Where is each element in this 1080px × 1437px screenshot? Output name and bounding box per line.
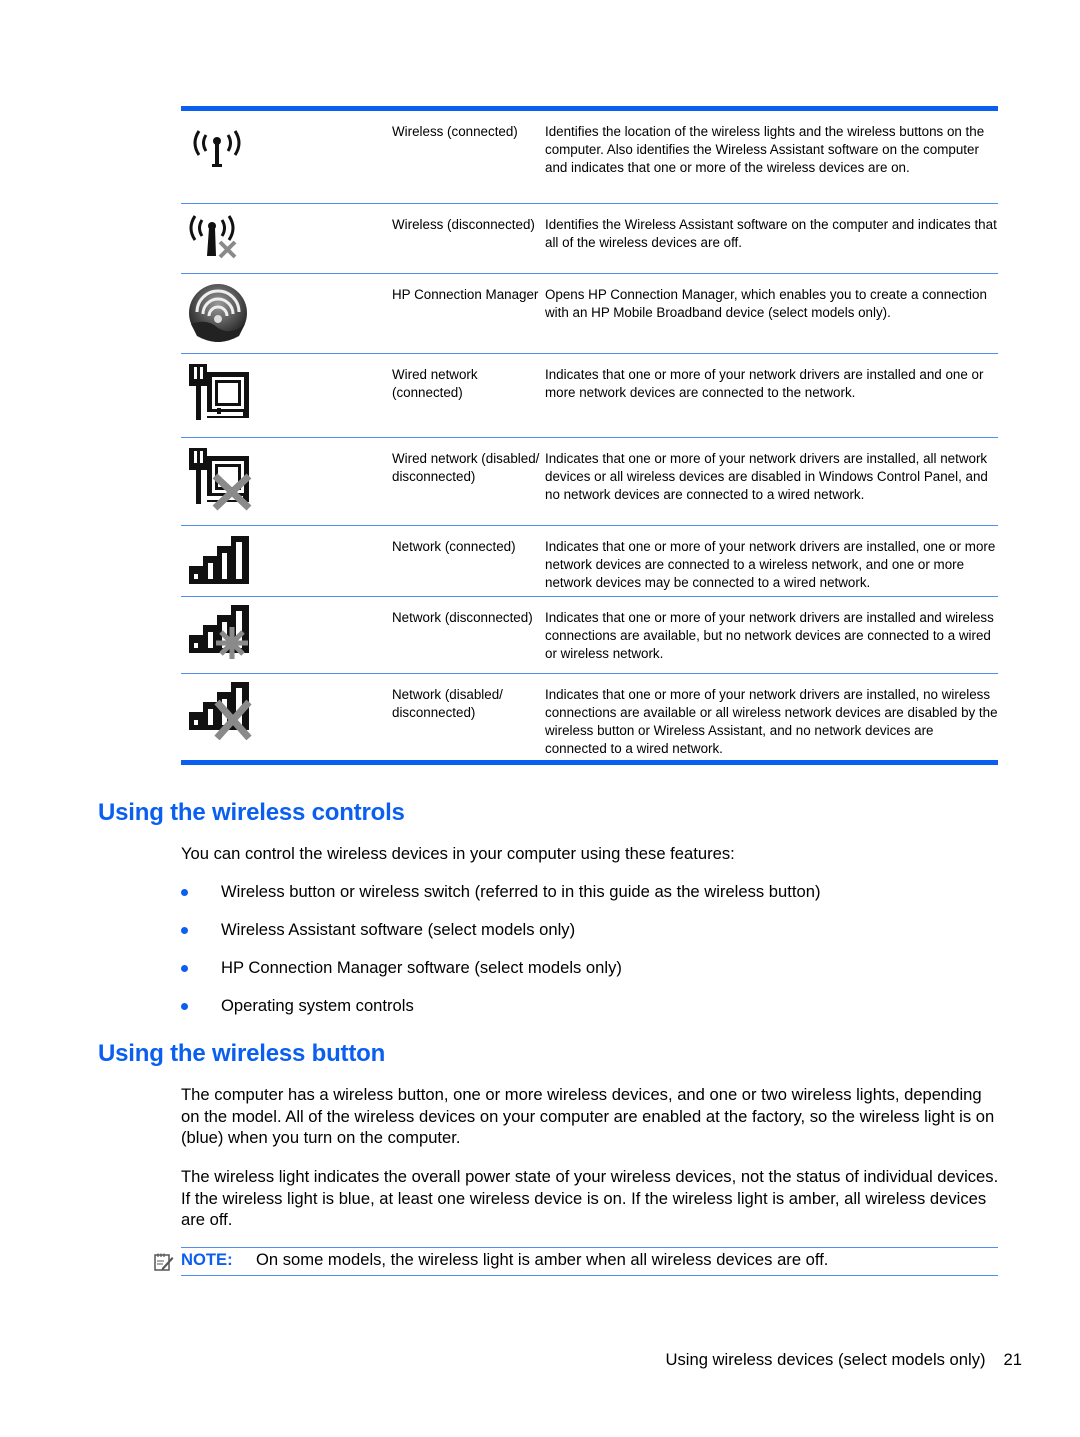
table-row: Wired network (disabled/ disconnected) I…	[181, 437, 998, 525]
section-heading-wireless-button: Using the wireless button	[98, 1040, 386, 1067]
section-intro: You can control the wireless devices in …	[181, 844, 735, 863]
network-disabled-icon	[189, 682, 252, 740]
note-box: NOTE: On some models, the wireless light…	[181, 1247, 998, 1276]
footer-title: Using wireless devices (select models on…	[665, 1350, 986, 1369]
row-description: Identifies the location of the wireless …	[545, 124, 985, 175]
wired-network-disabled-icon	[189, 448, 252, 511]
note-label: NOTE:	[181, 1250, 233, 1269]
row-name: Network (disabled/ disconnected)	[392, 687, 503, 720]
wired-network-connected-icon	[189, 364, 249, 420]
note-icon	[154, 1253, 174, 1271]
note-text: On some models, the wireless light is am…	[256, 1250, 829, 1269]
row-description: Opens HP Connection Manager, which enabl…	[545, 287, 987, 320]
row-description: Indicates that one or more of your netwo…	[545, 539, 996, 590]
row-description: Indicates that one or more of your netwo…	[545, 367, 984, 400]
page-number: 21	[1003, 1350, 1022, 1369]
section-heading-wireless-controls: Using the wireless controls	[98, 799, 405, 826]
paragraph: The computer has a wireless button, one …	[181, 1085, 995, 1147]
bullet-icon	[181, 927, 188, 934]
table-row: Wireless (connected) Identifies the loca…	[181, 111, 998, 203]
network-disconnected-icon	[189, 605, 249, 659]
row-description: Indicates that one or more of your netwo…	[545, 451, 988, 502]
hp-connection-manager-icon	[189, 284, 247, 342]
row-name: Wireless (connected)	[392, 124, 518, 139]
table-row: HP Connection Manager Opens HP Connectio…	[181, 273, 998, 353]
network-connected-icon	[189, 536, 249, 584]
paragraph: The wireless light indicates the overall…	[181, 1167, 999, 1229]
row-description: Indicates that one or more of your netwo…	[545, 687, 998, 756]
row-name: Wired network (disabled/ disconnected)	[392, 451, 540, 484]
wireless-connected-icon	[193, 130, 241, 167]
table-row: Network (disabled/ disconnected) Indicat…	[181, 673, 998, 760]
table-row: Wired network (connected) Indicates that…	[181, 353, 998, 437]
page-footer: Using wireless devices (select models on…	[666, 1350, 1022, 1370]
table-row: Network (connected) Indicates that one o…	[181, 525, 998, 596]
row-name: Wireless (disconnected)	[392, 217, 535, 232]
bullet-icon	[181, 1003, 188, 1010]
status-icons-table: Wireless (connected) Identifies the loca…	[181, 106, 998, 765]
row-name: Wired network (connected)	[392, 367, 478, 400]
bullet-icon	[181, 889, 188, 896]
row-name: HP Connection Manager	[392, 287, 539, 302]
row-description: Identifies the Wireless Assistant softwa…	[545, 217, 997, 250]
wireless-disconnected-icon	[189, 215, 237, 259]
row-description: Indicates that one or more of your netwo…	[545, 610, 994, 661]
row-name: Network (connected)	[392, 539, 516, 554]
bullet-icon	[181, 965, 188, 972]
row-name: Network (disconnected)	[392, 610, 533, 625]
table-row: Network (disconnected) Indicates that on…	[181, 596, 998, 673]
table-row: Wireless (disconnected) Identifies the W…	[181, 203, 998, 273]
